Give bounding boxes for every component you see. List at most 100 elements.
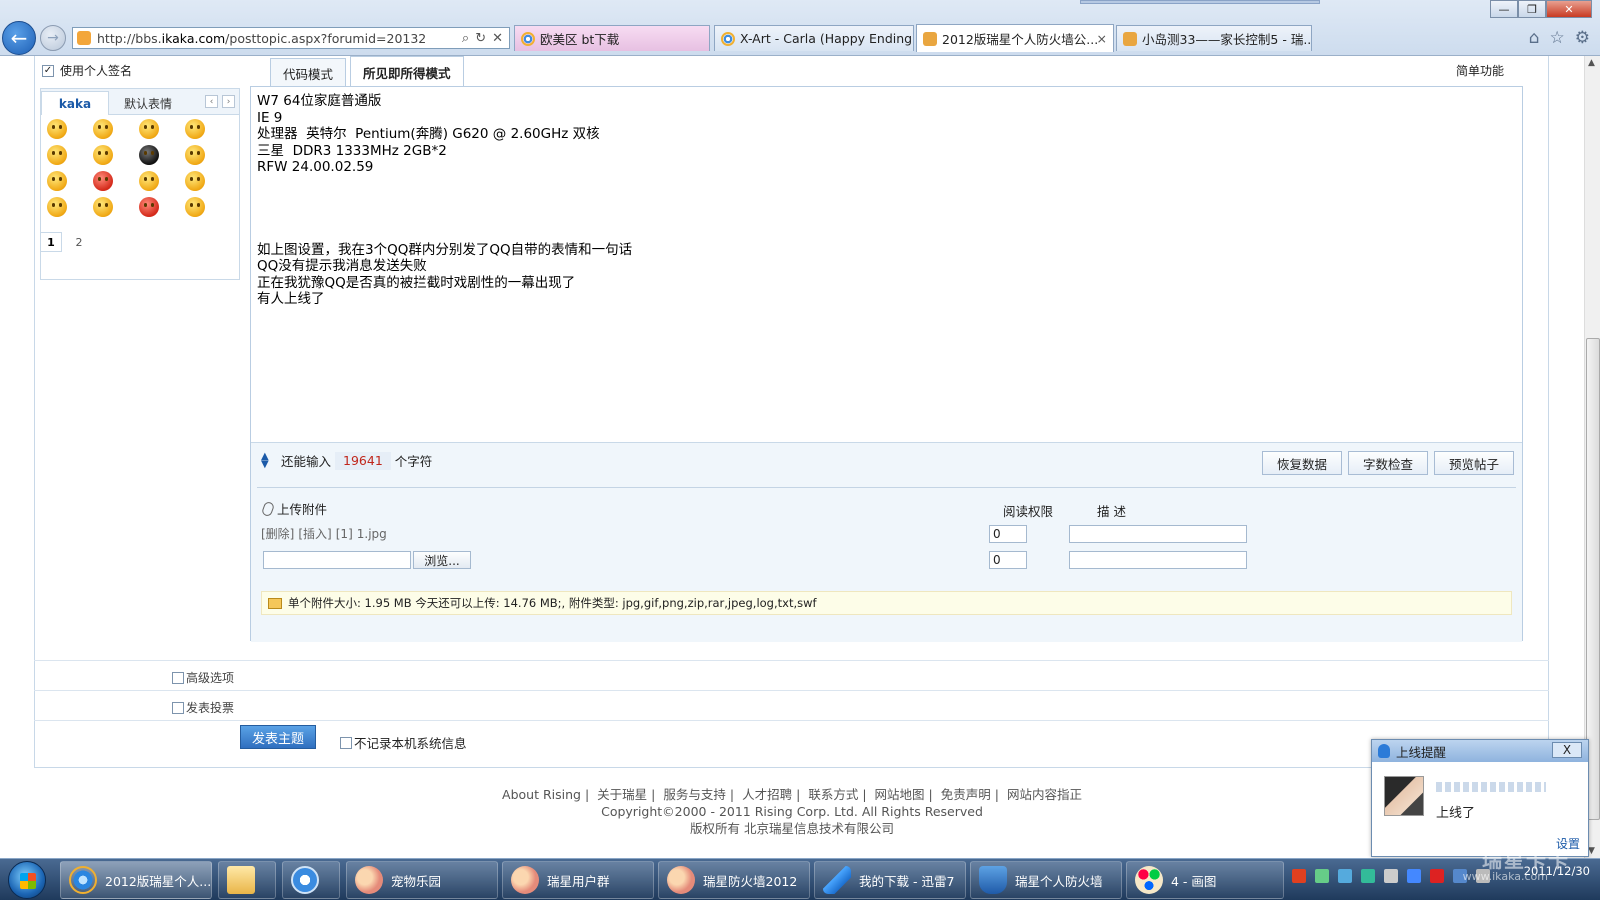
tab-rising-firewall[interactable]: 2012版瑞星个人防火墙公... ×: [916, 24, 1114, 52]
scroll-down-icon[interactable]: ▼: [1588, 846, 1595, 856]
taskbar-item-ie[interactable]: 2012版瑞星个人...: [60, 861, 212, 899]
footer-link[interactable]: 网站地图: [875, 787, 925, 802]
smiley-icon[interactable]: [139, 197, 159, 217]
tools-gear-icon[interactable]: ⚙: [1575, 28, 1590, 48]
smiley-icon[interactable]: [139, 119, 159, 139]
display-icon[interactable]: [1384, 869, 1398, 883]
minimize-button[interactable]: —: [1490, 0, 1518, 18]
attachment-description-input[interactable]: [1069, 525, 1247, 543]
taskbar-item-paint[interactable]: 4 - 画图: [1126, 861, 1284, 899]
smiley-icon[interactable]: [185, 197, 205, 217]
browse-button[interactable]: 浏览...: [413, 551, 471, 569]
tab-wysiwyg-mode[interactable]: 所见即所得模式: [350, 56, 464, 88]
preview-post-button[interactable]: 预览帖子: [1433, 451, 1514, 475]
signature-checkbox[interactable]: ✓: [42, 64, 54, 77]
footer-link[interactable]: About Rising: [502, 787, 581, 802]
smiley-icon[interactable]: [139, 171, 159, 191]
poll-toggle[interactable]: 发表投票: [172, 699, 234, 716]
smiley-page-2[interactable]: 2: [68, 232, 90, 252]
smiley-icon[interactable]: [93, 119, 113, 139]
taskbar-item-pet-park[interactable]: 宠物乐园: [346, 861, 498, 899]
home-icon[interactable]: ⌂: [1529, 28, 1540, 48]
tab-parental-control[interactable]: 小岛测33——家长控制5 - 瑞...: [1116, 25, 1312, 51]
forward-button[interactable]: →: [40, 25, 66, 51]
favorites-star-icon[interactable]: ☆: [1550, 28, 1565, 48]
forward-arrow-icon: →: [47, 30, 59, 46]
stop-icon[interactable]: ✕: [492, 31, 503, 46]
advanced-options-checkbox[interactable]: [172, 671, 184, 684]
smiley-icon[interactable]: [185, 145, 205, 165]
tab-close-icon[interactable]: ×: [1097, 31, 1107, 46]
refresh-icon[interactable]: ↻: [475, 31, 486, 46]
footer-link[interactable]: 人才招聘: [742, 787, 792, 802]
no-record-option[interactable]: 不记录本机系统信息: [340, 733, 467, 752]
smiley-icon[interactable]: [93, 145, 113, 165]
taskbar-item-firewall-group[interactable]: 瑞星防火墙2012: [658, 861, 810, 899]
taskbar-item-media-player[interactable]: [282, 861, 340, 899]
smiley-icon[interactable]: [47, 171, 67, 191]
smiley-icon[interactable]: [185, 119, 205, 139]
tab-kaka-smileys[interactable]: kaka: [41, 91, 109, 115]
simple-function-link[interactable]: 简单功能: [1456, 62, 1504, 79]
smiley-icon[interactable]: [93, 197, 113, 217]
address-url[interactable]: http://bbs.ikaka.com/posttopic.aspx?foru…: [97, 31, 462, 46]
avatar[interactable]: [1384, 776, 1424, 816]
tab-bt-download[interactable]: 欧美区 bt下载: [514, 25, 710, 51]
new-description-input[interactable]: [1069, 551, 1247, 569]
umbrella-icon[interactable]: [1361, 869, 1375, 883]
scroll-up-icon[interactable]: ▲: [1588, 58, 1595, 68]
footer-link[interactable]: 服务与支持: [663, 787, 726, 802]
footer-link[interactable]: 免责声明: [941, 787, 991, 802]
sogou-input-icon[interactable]: [1292, 869, 1306, 883]
network-icon[interactable]: [1315, 869, 1329, 883]
prev-smiley-page-icon[interactable]: ‹: [205, 95, 218, 108]
taskbar-item-thunder[interactable]: 我的下载 - 迅雷7: [814, 861, 966, 899]
attachment-permission-input[interactable]: 0: [989, 525, 1027, 543]
signature-option[interactable]: ✓ 使用个人签名: [42, 62, 132, 79]
footer-link[interactable]: 联系方式: [808, 787, 858, 802]
maximize-button[interactable]: ❐: [1518, 0, 1546, 18]
tab-default-smileys[interactable]: 默认表情: [115, 91, 181, 115]
smiley-icon[interactable]: [185, 171, 205, 191]
advanced-options-toggle[interactable]: 高级选项: [172, 669, 234, 686]
smiley-page-1[interactable]: 1: [40, 232, 62, 252]
smiley-icon[interactable]: [47, 197, 67, 217]
smiley-icon[interactable]: [47, 145, 67, 165]
word-count-button[interactable]: 字数检查: [1347, 451, 1428, 475]
insert-attachment-link[interactable]: [插入]: [298, 527, 331, 541]
alert-tray-icon[interactable]: [1430, 869, 1444, 883]
app-tray-icon[interactable]: [1407, 869, 1421, 883]
poll-checkbox[interactable]: [172, 701, 184, 714]
footer-link[interactable]: 关于瑞星: [597, 787, 647, 802]
smiley-icon[interactable]: [47, 119, 67, 139]
delete-attachment-link[interactable]: [删除]: [261, 527, 294, 541]
shield-tray-icon[interactable]: [1338, 869, 1352, 883]
search-icon[interactable]: ⌕: [462, 31, 469, 46]
tab-code-mode[interactable]: 代码模式: [270, 58, 347, 88]
close-window-button[interactable]: ✕: [1546, 0, 1592, 18]
popup-close-button[interactable]: X: [1552, 742, 1582, 758]
no-record-checkbox[interactable]: [340, 736, 352, 749]
back-button[interactable]: ←: [2, 21, 36, 55]
taskbar-item-explorer[interactable]: [218, 861, 276, 899]
vertical-scrollbar[interactable]: ▲ ▼: [1584, 56, 1600, 858]
tab-xart[interactable]: X-Art - Carla (Happy Ending...: [714, 25, 914, 51]
restore-data-button[interactable]: 恢复数据: [1261, 451, 1342, 475]
taskbar-item-rising-firewall[interactable]: 瑞星个人防火墙: [970, 861, 1122, 899]
new-permission-input[interactable]: 0: [989, 551, 1027, 569]
smiley-icon[interactable]: [139, 145, 159, 165]
footer-link[interactable]: 网站内容指正: [1007, 787, 1082, 802]
paperclip-icon: [260, 500, 276, 517]
smiley-icon[interactable]: [93, 171, 113, 191]
qq-icon: [355, 866, 383, 894]
address-bar[interactable]: http://bbs.ikaka.com/posttopic.aspx?foru…: [72, 27, 510, 49]
file-path-input[interactable]: [263, 551, 411, 569]
next-smiley-page-icon[interactable]: ›: [222, 95, 235, 108]
submit-topic-button[interactable]: 发表主题: [240, 725, 316, 749]
start-button[interactable]: [8, 861, 46, 899]
taskbar-item-user-group[interactable]: 瑞星用户群: [502, 861, 654, 899]
resize-icon[interactable]: ▲ ▼: [261, 451, 277, 469]
online-notification-popup: 上线提醒 X 上线了 设置: [1371, 739, 1589, 857]
post-body-editor[interactable]: W7 64位家庭普通版 IE 9 处理器 英特尔 Pentium(奔腾) G62…: [257, 93, 1516, 438]
